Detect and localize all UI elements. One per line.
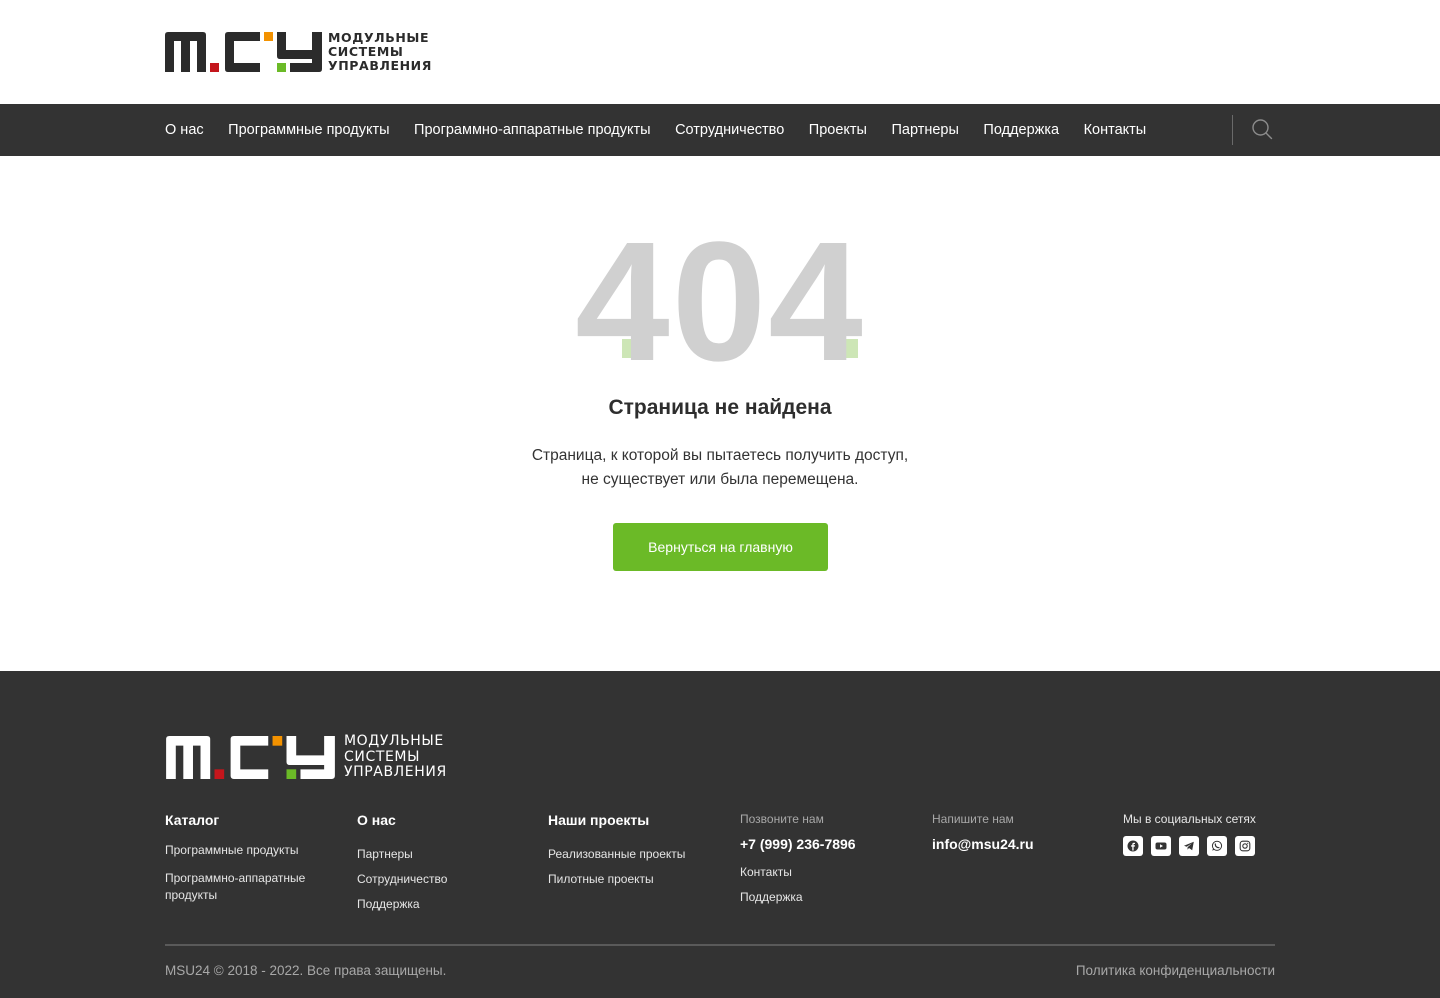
footer-logo[interactable]: МОДУЛЬНЫЕ СИСТЕМЫ УПРАВЛЕНИЯ xyxy=(165,733,447,781)
footer-write-label: Напишите нам xyxy=(932,812,1014,826)
logo-text-line: СИСТЕМЫ xyxy=(328,44,404,59)
youtube-icon[interactable] xyxy=(1151,836,1171,856)
telegram-icon[interactable] xyxy=(1179,836,1199,856)
copyright-text: MSU24 © 2018 - 2022. Все права защищены. xyxy=(165,963,447,978)
msu-logo-mark xyxy=(166,735,335,779)
social-links xyxy=(1123,836,1263,856)
logo-text-line: МОДУЛЬНЫЕ xyxy=(344,733,444,749)
footer-projects-column: Наши проекты Реализованные проекты Пилот… xyxy=(548,812,685,899)
error-code-text: 404 xyxy=(575,212,865,372)
site-footer: МОДУЛЬНЫЕ СИСТЕМЫ УПРАВЛЕНИЯ Каталог Про… xyxy=(0,671,1440,998)
nav-item-software[interactable]: Программные продукты xyxy=(228,122,389,138)
site-logo[interactable]: МОДУЛЬНЫЕ СИСТЕМЫ УПРАВЛЕНИЯ xyxy=(165,31,432,73)
nav-item-about[interactable]: О нас xyxy=(165,122,204,138)
logo-text-line: УПРАВЛЕНИЯ xyxy=(344,764,447,780)
nav-list: О нас Программные продукты Программно-ап… xyxy=(165,104,1171,156)
footer-link-support[interactable]: Поддержка xyxy=(357,896,447,913)
nav-item-cooperation[interactable]: Сотрудничество xyxy=(675,122,784,138)
logo-text-line: МОДУЛЬНЫЕ xyxy=(328,30,430,45)
instagram-icon[interactable] xyxy=(1235,836,1255,856)
main-nav: О нас Программные продукты Программно-ап… xyxy=(0,104,1440,156)
footer-link-realized-projects[interactable]: Реализованные проекты xyxy=(548,846,685,863)
footer-logo-text: МОДУЛЬНЫЕ СИСТЕМЫ УПРАВЛЕНИЯ xyxy=(344,733,447,781)
footer-about-column: О нас Партнеры Сотрудничество Поддержка xyxy=(357,812,447,924)
logo-text-line: СИСТЕМЫ xyxy=(344,748,421,765)
error-description-line: Страница, к которой вы пытаетесь получит… xyxy=(531,447,909,464)
nav-item-contacts[interactable]: Контакты xyxy=(1084,122,1147,138)
footer-column-title: О нас xyxy=(357,812,396,828)
error-description-line: не существует или была перемещена. xyxy=(581,471,859,488)
footer-link-partners[interactable]: Партнеры xyxy=(357,846,447,863)
nav-item-projects[interactable]: Проекты xyxy=(809,122,867,138)
error-description: Страница, к которой вы пытаетесь получит… xyxy=(470,444,970,492)
footer-social-label: Мы в социальных сетях xyxy=(1123,812,1256,826)
footer-write-column: Напишите нам info@msu24.ru xyxy=(932,812,1034,864)
footer-column-title: Наши проекты xyxy=(548,812,650,828)
facebook-icon[interactable] xyxy=(1123,836,1143,856)
footer-catalog-column: Каталог Программные продукты Программно-… xyxy=(165,812,335,915)
whatsapp-icon[interactable] xyxy=(1207,836,1227,856)
footer-link-cooperation[interactable]: Сотрудничество xyxy=(357,871,447,888)
nav-item-support[interactable]: Поддержка xyxy=(983,122,1059,138)
footer-column-title: Каталог xyxy=(165,812,220,828)
site-header: МОДУЛЬНЫЕ СИСТЕМЫ УПРАВЛЕНИЯ xyxy=(0,0,1440,104)
msu-logo-mark xyxy=(165,32,322,72)
footer-social-column: Мы в социальных сетях xyxy=(1123,812,1263,856)
footer-divider xyxy=(165,944,1275,946)
footer-phone-link[interactable]: +7 (999) 236-7896 xyxy=(740,836,856,852)
privacy-policy-link[interactable]: Политика конфиденциальности xyxy=(1076,963,1275,978)
footer-link-support-2[interactable]: Поддержка xyxy=(740,889,856,906)
error-code: 404 xyxy=(575,212,865,372)
nav-item-hardware[interactable]: Программно-аппаратные продукты xyxy=(414,122,651,138)
footer-call-label: Позвоните нам xyxy=(740,812,824,826)
logo-text-line: УПРАВЛЕНИЯ xyxy=(328,58,432,73)
nav-item-partners[interactable]: Партнеры xyxy=(891,122,958,138)
logo-text: МОДУЛЬНЫЕ СИСТЕМЫ УПРАВЛЕНИЯ xyxy=(328,31,432,73)
footer-link-pilot-projects[interactable]: Пилотные проекты xyxy=(548,871,685,888)
footer-link-hardware[interactable]: Программно-аппаратные продукты xyxy=(165,870,335,904)
footer-call-column: Позвоните нам +7 (999) 236-7896 Контакты… xyxy=(740,812,856,917)
footer-link-software[interactable]: Программные продукты xyxy=(165,842,335,859)
search-icon[interactable] xyxy=(1251,118,1273,140)
footer-link-contacts[interactable]: Контакты xyxy=(740,864,856,881)
nav-divider xyxy=(1232,115,1233,145)
back-home-button[interactable]: Вернуться на главную xyxy=(613,523,828,571)
footer-email-link[interactable]: info@msu24.ru xyxy=(932,836,1034,852)
error-title: Страница не найдена xyxy=(608,396,832,419)
